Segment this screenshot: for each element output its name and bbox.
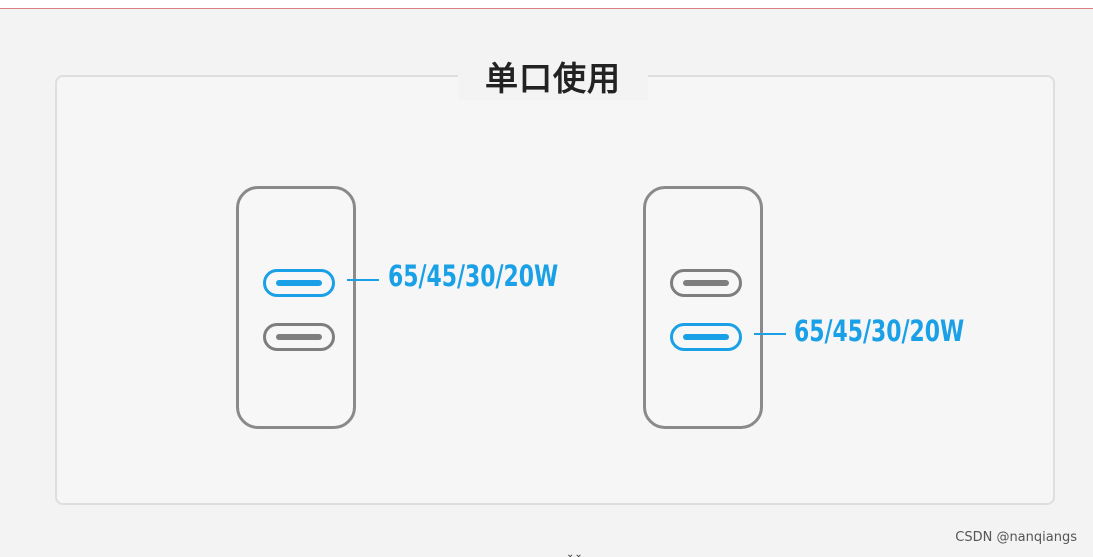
leader-line-left bbox=[347, 279, 379, 281]
panel-title: 单口使用 bbox=[485, 59, 621, 98]
top-divider bbox=[0, 0, 1093, 9]
watermark: CSDN @nanqiangs bbox=[955, 530, 1077, 545]
wattage-label-left: 65/45/30/20W bbox=[388, 259, 559, 293]
usb-c-port-bottom bbox=[263, 323, 335, 351]
charger-right bbox=[643, 186, 763, 429]
usb-c-port-top-active bbox=[263, 269, 335, 297]
page: 单口使用 65/45/30/20W 65/45/30/20W CSDN @nan… bbox=[0, 0, 1093, 557]
chevron-down-icon: ⌄⌄ bbox=[566, 549, 583, 557]
leader-line-right bbox=[754, 333, 786, 335]
usb-c-port-bottom-active bbox=[670, 323, 742, 351]
title-container: 单口使用 bbox=[458, 52, 648, 100]
wattage-label-right: 65/45/30/20W bbox=[794, 314, 965, 348]
usb-c-port-top bbox=[670, 269, 742, 297]
charger-left bbox=[236, 186, 356, 429]
